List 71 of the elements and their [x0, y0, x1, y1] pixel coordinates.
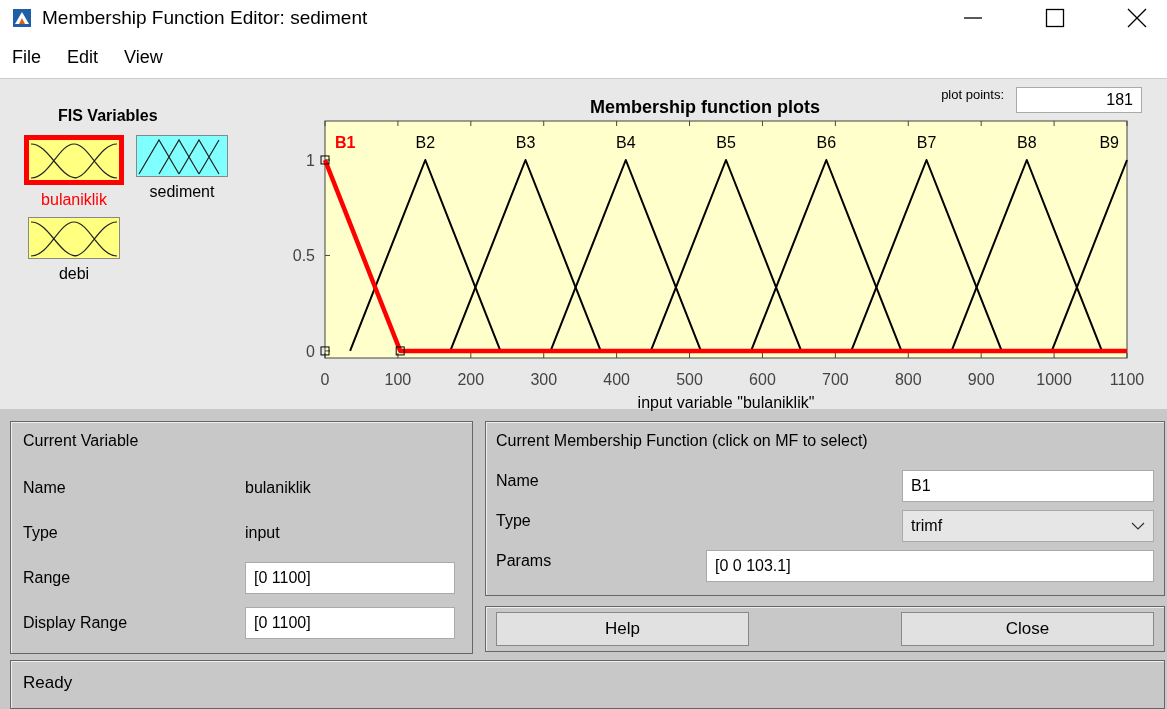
- membership-curve[interactable]: [850, 158, 1003, 352]
- curve-label[interactable]: B3: [515, 133, 536, 151]
- x-tick-label: 300: [530, 370, 558, 388]
- membership-curve[interactable]: [549, 158, 702, 352]
- dialog-button[interactable]: Help: [496, 611, 749, 646]
- plot-points-field[interactable]: 181: [1016, 86, 1142, 113]
- y-tick-label: 0.5: [292, 247, 315, 265]
- field-label: Range: [23, 569, 72, 588]
- x-tick-label: 600: [749, 370, 776, 388]
- x-tick-label: 800: [894, 370, 922, 388]
- x-axis-label: input variable "bulaniklik": [637, 393, 815, 411]
- x-tick-label: 200: [457, 370, 485, 388]
- menu-item[interactable]: View: [124, 46, 163, 68]
- input-field[interactable]: [0 1100]: [245, 562, 455, 595]
- selection-handles[interactable]: [320, 155, 405, 356]
- input-field[interactable]: B1: [902, 469, 1154, 502]
- curve-label[interactable]: B5: [716, 133, 736, 151]
- curves-icon[interactable]: [24, 134, 124, 185]
- curve-label[interactable]: B4: [615, 133, 636, 151]
- window-title: Membership Function Editor: sediment: [42, 7, 368, 30]
- membership-curve[interactable]: [750, 158, 903, 352]
- x-tick-label: 400: [603, 370, 630, 388]
- menu-item[interactable]: File: [12, 46, 41, 68]
- type-dropdown[interactable]: trimf: [902, 509, 1154, 542]
- membership-curve[interactable]: [349, 158, 502, 352]
- app-icon: [12, 8, 32, 29]
- field-label: Name: [23, 479, 67, 498]
- field-label: Type: [496, 511, 531, 530]
- field-label: Type: [23, 524, 59, 543]
- variable-label[interactable]: debi: [58, 264, 90, 283]
- curve-label[interactable]: B6: [816, 133, 837, 151]
- field-label: Display Range: [23, 614, 129, 633]
- panel-title: Current Membership Function (click on MF to select): [496, 431, 869, 450]
- y-tick-label: 0: [306, 342, 315, 360]
- field-value: input: [245, 524, 280, 543]
- curve-label[interactable]: B1: [335, 133, 356, 151]
- dialog-button[interactable]: Close: [901, 611, 1154, 646]
- x-tick-label: 1000: [1036, 370, 1072, 388]
- x-tick-label: 500: [676, 370, 703, 388]
- plot-points-label: plot points:: [941, 87, 1004, 103]
- curves-icon[interactable]: [28, 216, 120, 259]
- maximize-icon[interactable]: [1045, 8, 1065, 29]
- chevron-icon: [1131, 521, 1145, 530]
- panel-title: FIS Variables: [58, 106, 159, 125]
- panel-title: Current Variable: [23, 431, 140, 450]
- input-field[interactable]: [0 0 103.1]: [706, 549, 1154, 582]
- membership-curve[interactable]: [449, 158, 602, 352]
- close-icon[interactable]: [1127, 8, 1147, 29]
- variable-label[interactable]: sediment: [149, 182, 215, 201]
- membership-curve[interactable]: [649, 158, 803, 352]
- membership-curve[interactable]: [322, 158, 1127, 353]
- curve-label[interactable]: B7: [916, 133, 937, 151]
- x-tick-label: 700: [822, 370, 849, 388]
- x-tick-label: 1100: [1109, 370, 1145, 388]
- y-tick-label: 1: [306, 151, 315, 169]
- x-tick-label: 900: [967, 370, 995, 388]
- membership-curve[interactable]: [1050, 158, 1128, 352]
- x-tick-label: 0: [320, 370, 330, 388]
- curve-label[interactable]: B8: [1016, 133, 1037, 151]
- triangles-icon[interactable]: [136, 134, 228, 177]
- field-label: Name: [496, 471, 539, 490]
- chart-title: Membership function plots: [590, 96, 820, 117]
- membership-curve[interactable]: [950, 158, 1103, 352]
- menu-item[interactable]: Edit: [67, 46, 99, 68]
- status-text: Ready: [23, 672, 73, 692]
- input-field[interactable]: [0 1100]: [245, 607, 455, 640]
- curve-label[interactable]: B2: [415, 133, 436, 151]
- field-label: Params: [496, 551, 552, 570]
- field-value: bulaniklik: [245, 479, 311, 498]
- x-tick-label: 100: [384, 370, 412, 388]
- curve-label[interactable]: B9: [1099, 133, 1119, 151]
